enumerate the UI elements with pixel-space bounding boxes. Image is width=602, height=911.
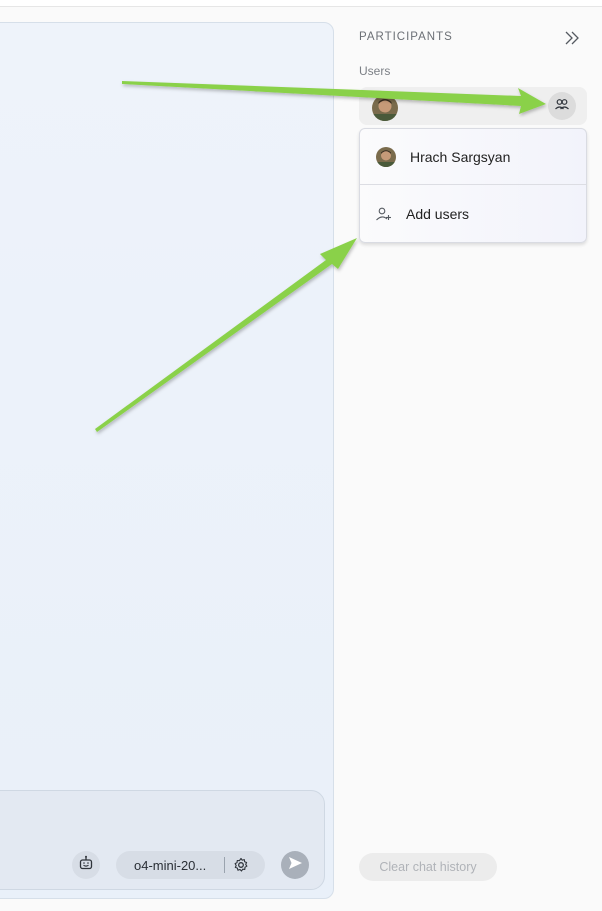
- pill-divider: [224, 857, 225, 873]
- send-button[interactable]: [281, 851, 309, 879]
- top-divider: [0, 0, 602, 7]
- participants-dropdown: Hrach Sargsyan Add users: [359, 128, 587, 243]
- add-users-label: Add users: [406, 206, 470, 222]
- participant-item[interactable]: Hrach Sargsyan: [360, 129, 586, 185]
- users-toggle-button[interactable]: [548, 92, 576, 120]
- robot-icon: [78, 855, 94, 876]
- add-user-icon: [374, 204, 394, 224]
- add-users-item[interactable]: Add users: [360, 186, 586, 242]
- model-selector[interactable]: o4-mini-20...: [116, 851, 265, 879]
- app-root: o4-mini-20... PARTICIPANTS Users Hrach S…: [0, 0, 602, 911]
- send-icon: [286, 854, 304, 877]
- chevrons-right-icon[interactable]: [562, 28, 582, 48]
- participant-name: Hrach Sargsyan: [410, 148, 511, 165]
- chat-panel: [0, 22, 334, 899]
- users-section-label: Users: [359, 64, 391, 78]
- users-icon: [554, 96, 570, 117]
- bot-button[interactable]: [72, 851, 100, 879]
- gear-icon[interactable]: [233, 857, 249, 873]
- avatar: [376, 146, 396, 167]
- avatar: [372, 95, 398, 121]
- clear-chat-history-button[interactable]: Clear chat history: [359, 853, 497, 881]
- model-label: o4-mini-20...: [134, 857, 207, 873]
- panel-title: PARTICIPANTS: [359, 31, 453, 43]
